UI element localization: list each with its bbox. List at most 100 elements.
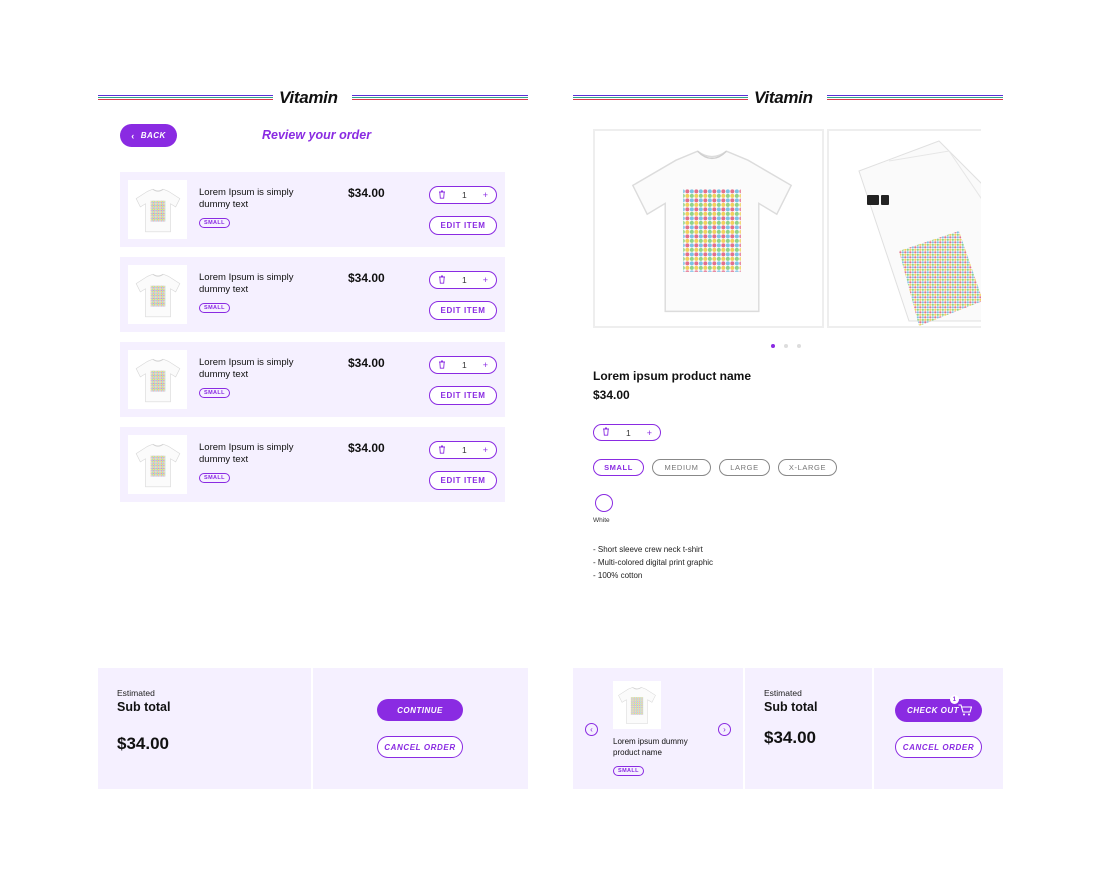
plus-icon[interactable]: + (483, 275, 488, 285)
feature-item: - Short sleeve crew neck t-shirt (593, 545, 703, 554)
quantity-value: 1 (462, 445, 467, 455)
order-items-list: Lorem Ipsum is simply dummy text SMALL $… (120, 172, 505, 512)
edit-item-button[interactable]: EDIT ITEM (429, 301, 497, 320)
color-label: White (593, 517, 610, 524)
carousel-dots (771, 344, 801, 348)
item-price: $34.00 (348, 356, 385, 370)
cancel-order-button[interactable]: CANCEL ORDER (377, 736, 463, 758)
product-image-main[interactable] (593, 129, 824, 328)
plus-icon[interactable]: + (483, 445, 488, 455)
edit-item-button[interactable]: EDIT ITEM (429, 471, 497, 490)
brand-logo[interactable]: Vitamin (279, 88, 338, 108)
trash-icon[interactable] (602, 427, 610, 438)
product-name: Lorem ipsum product name (593, 369, 752, 383)
order-item: Lorem Ipsum is simply dummy text SMALL $… (120, 257, 505, 332)
quantity-stepper: 1 + (429, 441, 497, 459)
trash-icon[interactable] (438, 445, 446, 456)
subtotal-label: Sub total (117, 700, 171, 714)
checkout-label: CHECK OUT (907, 706, 960, 715)
subtotal-panel: Estimated Sub total $34.00 (98, 668, 311, 789)
product-price: $34.00 (593, 388, 630, 402)
color-swatch-white[interactable] (595, 494, 613, 512)
subtotal-label: Sub total (764, 700, 818, 714)
plus-icon[interactable]: + (647, 428, 652, 438)
product-thumbnail[interactable] (128, 350, 187, 409)
quantity-stepper: 1 + (429, 186, 497, 204)
back-label: BACK (140, 131, 166, 140)
size-tag: SMALL (199, 473, 230, 483)
header: Vitamin (573, 88, 1003, 108)
trash-icon[interactable] (438, 190, 446, 201)
quantity-stepper: 1 + (429, 356, 497, 374)
size-tag: SMALL (199, 218, 230, 228)
estimated-label: Estimated (764, 688, 802, 698)
cart-preview-panel: ‹ Lorem ipsum dummy product name SMALL › (573, 668, 743, 789)
feature-list: - Short sleeve crew neck t-shirt - Multi… (593, 543, 713, 582)
product-detail-screen: Vitamin Lorem ipsum product name $34.00 … (573, 0, 1003, 882)
size-option-small[interactable]: SMALL (593, 459, 644, 476)
product-thumbnail[interactable] (128, 435, 187, 494)
header-stripes-right (352, 95, 528, 101)
header-stripes-left (573, 95, 748, 101)
carousel-dot[interactable] (797, 344, 801, 348)
item-price: $34.00 (348, 441, 385, 455)
product-thumbnail[interactable] (128, 265, 187, 324)
header-stripes-left (98, 95, 273, 101)
subtotal-panel: Estimated Sub total $34.00 (745, 668, 872, 789)
size-tag: SMALL (199, 388, 230, 398)
cart-item-name: Lorem ipsum dummy product name (613, 737, 688, 757)
quantity-value: 1 (626, 427, 631, 438)
checkout-button[interactable]: CHECK OUT 1 (895, 695, 982, 722)
size-option-large[interactable]: LARGE (719, 459, 770, 476)
feature-item: - 100% cotton (593, 571, 643, 580)
item-name: Lorem Ipsum is simply dummy text (199, 187, 294, 210)
chevron-left-icon[interactable]: ‹ (585, 723, 598, 736)
product-thumbnail[interactable] (128, 180, 187, 239)
edit-item-button[interactable]: EDIT ITEM (429, 386, 497, 405)
product-image-secondary[interactable] (827, 129, 981, 328)
trash-icon[interactable] (438, 360, 446, 371)
quantity-value: 1 (462, 190, 467, 200)
quantity-stepper: 1 + (429, 271, 497, 289)
plus-icon[interactable]: + (483, 360, 488, 370)
feature-item: - Multi-colored digital print graphic (593, 558, 714, 567)
cancel-order-button[interactable]: CANCEL ORDER (895, 736, 982, 758)
header: Vitamin (98, 88, 528, 108)
chevron-right-icon[interactable]: › (718, 723, 731, 736)
cart-count-badge: 1 (950, 695, 959, 704)
estimated-label: Estimated (117, 688, 155, 698)
size-tag: SMALL (613, 766, 644, 776)
trash-icon[interactable] (438, 275, 446, 286)
size-option-medium[interactable]: MEDIUM (652, 459, 711, 476)
size-selector: SMALL MEDIUM LARGE X-LARGE (593, 459, 837, 476)
page-title: Review your order (262, 128, 372, 142)
order-item: Lorem Ipsum is simply dummy text SMALL $… (120, 427, 505, 502)
header-stripes-right (827, 95, 1003, 101)
summary-actions-panel: CONTINUE CANCEL ORDER (313, 668, 528, 789)
order-item: Lorem Ipsum is simply dummy text SMALL $… (120, 342, 505, 417)
checkout-actions-panel: CHECK OUT 1 CANCEL ORDER (874, 668, 1003, 789)
order-item: Lorem Ipsum is simply dummy text SMALL $… (120, 172, 505, 247)
subtotal-value: $34.00 (117, 734, 169, 753)
carousel-dot-active[interactable] (771, 344, 775, 348)
cart-item-thumbnail[interactable] (613, 681, 661, 729)
item-name: Lorem Ipsum is simply dummy text (199, 272, 294, 295)
item-price: $34.00 (348, 186, 385, 200)
item-name: Lorem Ipsum is simply dummy text (199, 357, 294, 380)
chevron-left-icon: ‹ (131, 130, 135, 141)
size-tag: SMALL (199, 303, 230, 313)
review-order-screen: Vitamin ‹ BACK Review your order Lorem I… (98, 0, 528, 882)
carousel-dot[interactable] (784, 344, 788, 348)
subtotal-value: $34.00 (764, 728, 816, 747)
brand-logo[interactable]: Vitamin (754, 88, 813, 108)
item-name: Lorem Ipsum is simply dummy text (199, 442, 294, 465)
item-price: $34.00 (348, 271, 385, 285)
plus-icon[interactable]: + (483, 190, 488, 200)
quantity-stepper: 1 + (593, 424, 661, 441)
quantity-value: 1 (462, 275, 467, 285)
size-option-x-large[interactable]: X-LARGE (778, 459, 837, 476)
cart-icon (958, 704, 973, 718)
continue-button[interactable]: CONTINUE (377, 699, 463, 721)
back-button[interactable]: ‹ BACK (120, 124, 177, 147)
edit-item-button[interactable]: EDIT ITEM (429, 216, 497, 235)
